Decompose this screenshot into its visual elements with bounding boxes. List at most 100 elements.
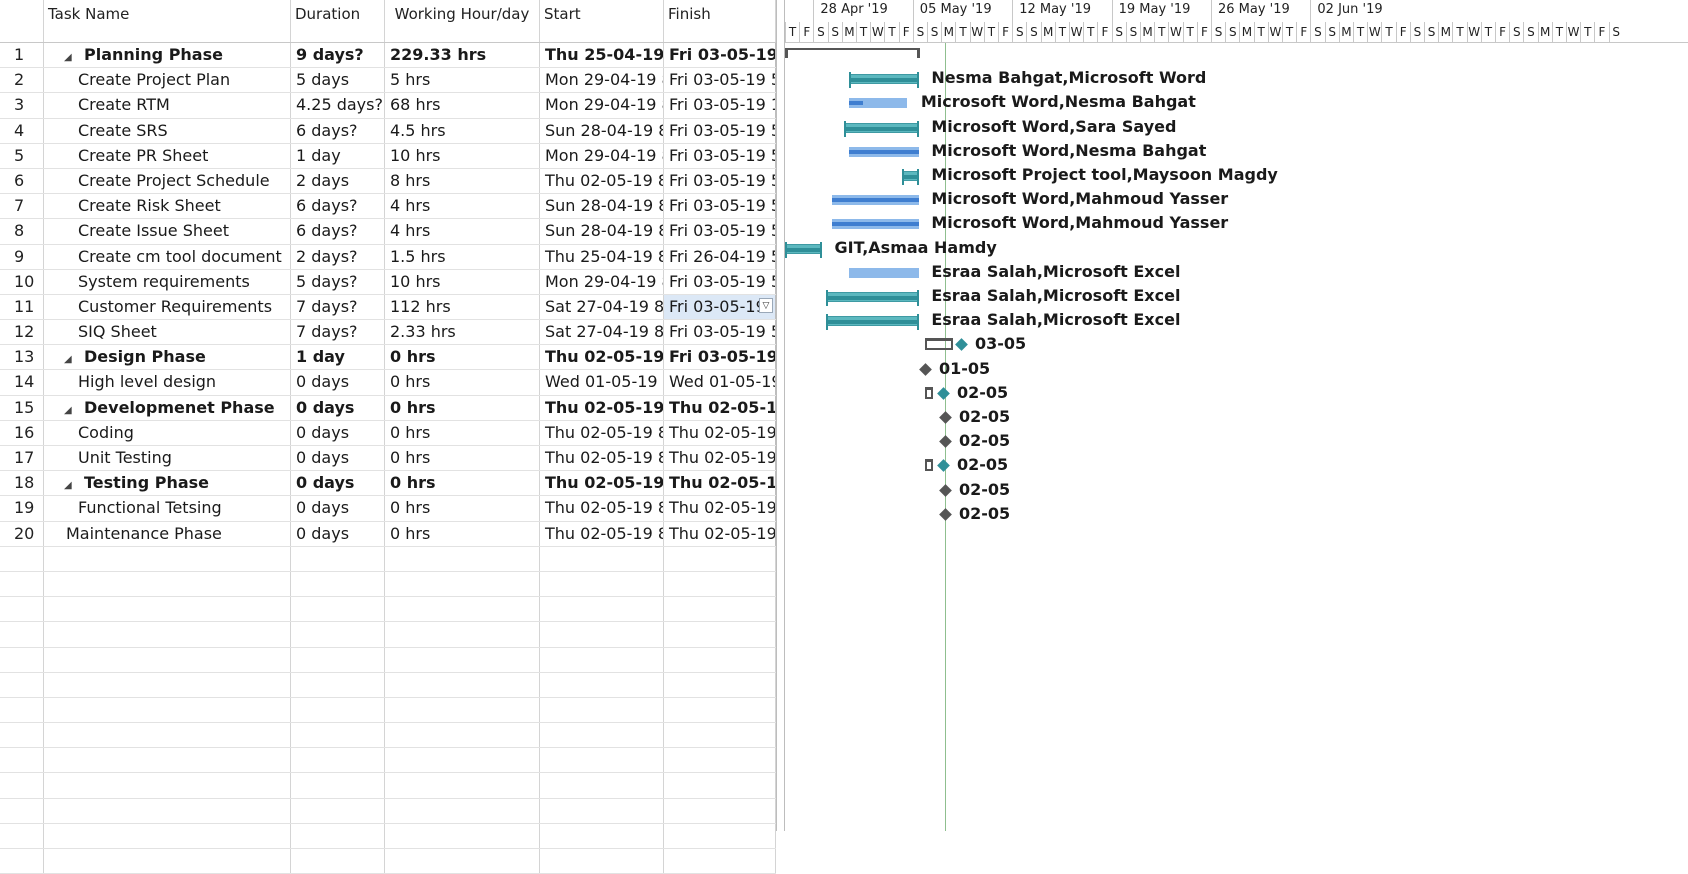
working-hours-cell[interactable]: 2.33 hrs — [385, 320, 540, 345]
task-name-cell[interactable]: System requirements — [44, 269, 291, 294]
empty-cell[interactable] — [291, 597, 385, 622]
duration-cell[interactable]: 1 day — [291, 143, 385, 168]
duration-cell[interactable]: 5 days? — [291, 269, 385, 294]
start-cell[interactable]: Thu 02-05-19 8: — [540, 471, 664, 496]
working-hours-cell[interactable]: 0 hrs — [385, 395, 540, 420]
working-hours-cell[interactable]: 1.5 hrs — [385, 244, 540, 269]
empty-cell[interactable] — [291, 748, 385, 773]
task-name-cell[interactable]: Create Issue Sheet — [44, 219, 291, 244]
empty-cell[interactable] — [44, 723, 291, 748]
start-cell[interactable]: Sun 28-04-19 8: — [540, 194, 664, 219]
empty-cell[interactable] — [385, 697, 540, 723]
empty-cell[interactable] — [540, 849, 664, 874]
milestone-diamond-icon[interactable] — [939, 435, 952, 449]
empty-table-row[interactable] — [0, 823, 776, 849]
empty-cell[interactable] — [664, 798, 776, 823]
duration-cell[interactable]: 0 days — [291, 471, 385, 496]
empty-cell[interactable] — [664, 773, 776, 798]
task-bar[interactable] — [831, 219, 920, 230]
empty-cell[interactable] — [664, 597, 776, 622]
summary-bracket[interactable] — [925, 338, 953, 351]
finish-cell[interactable]: Thu 02-05-19 8 — [664, 395, 776, 420]
collapse-toggle-icon[interactable]: ◢ — [64, 399, 76, 420]
working-hours-cell[interactable]: 112 hrs — [385, 294, 540, 320]
empty-cell[interactable] — [44, 672, 291, 697]
start-cell[interactable]: Sat 27-04-19 8:0 — [540, 294, 664, 320]
task-bar[interactable] — [849, 72, 920, 89]
task-name-cell[interactable]: Functional Tetsing — [44, 496, 291, 521]
empty-cell[interactable] — [44, 697, 291, 723]
start-cell[interactable]: Thu 02-05-19 8: — [540, 496, 664, 521]
task-bar[interactable] — [849, 267, 920, 278]
working-hours-cell[interactable]: 0 hrs — [385, 471, 540, 496]
task-bar[interactable] — [844, 120, 920, 137]
duration-cell[interactable]: 0 days — [291, 496, 385, 521]
empty-cell[interactable] — [0, 748, 44, 773]
working-hours-cell[interactable]: 68 hrs — [385, 93, 540, 118]
table-row[interactable]: 13 ◢ Design Phase 1 day0 hrsThu 02-05-19 8:… — [0, 345, 776, 371]
task-bar[interactable] — [849, 98, 907, 109]
task-name-cell[interactable]: SIQ Sheet — [44, 320, 291, 345]
working-hours-cell[interactable]: 4 hrs — [385, 194, 540, 219]
working-hours-cell[interactable]: 0 hrs — [385, 345, 540, 370]
finish-cell[interactable]: Thu 02-05-19 8 — [664, 446, 776, 471]
empty-cell[interactable] — [385, 798, 540, 823]
empty-cell[interactable] — [0, 597, 44, 622]
task-name-cell[interactable]: Create cm tool document — [44, 244, 291, 269]
table-row[interactable]: 17 Unit Testing 0 days 0 hrs Thu 02-05-19 8:… — [0, 446, 776, 472]
task-name-cell[interactable]: ◢ Design Phase — [44, 345, 291, 370]
empty-cell[interactable] — [44, 647, 291, 672]
duration-cell[interactable]: 6 days? — [291, 219, 385, 244]
table-row[interactable]: 12 SIQ Sheet 7 days? 2.33 hrs Sat 27-04-19 8… — [0, 320, 776, 346]
finish-cell[interactable]: Fri 03-05-19 5: — [664, 68, 776, 93]
empty-cell[interactable] — [664, 823, 776, 848]
table-row[interactable]: 3 Create RTM 4.25 days? 68 hrs Mon 29-04-19 … — [0, 93, 776, 119]
summary-bracket[interactable] — [925, 386, 933, 399]
working-hours-cell[interactable]: 5 hrs — [385, 68, 540, 93]
table-row[interactable]: 10 System requirements 5 days? 10 hrs Mon 29… — [0, 269, 776, 295]
task-name-cell[interactable]: Create RTM — [44, 93, 291, 118]
empty-cell[interactable] — [385, 622, 540, 647]
finish-cell[interactable]: Fri 03-05-19 5: — [664, 168, 776, 194]
start-cell[interactable]: Sun 28-04-19 8: — [540, 219, 664, 244]
milestone-diamond-icon[interactable] — [939, 507, 952, 521]
working-hours-cell[interactable]: 0 hrs — [385, 521, 540, 546]
collapse-toggle-icon[interactable]: ◢ — [64, 46, 76, 67]
empty-cell[interactable] — [291, 849, 385, 874]
start-cell[interactable]: Thu 02-05-19 8: — [540, 395, 664, 420]
empty-cell[interactable] — [0, 723, 44, 748]
date-picker-dropdown-icon[interactable]: ▽ — [759, 297, 773, 313]
duration-cell[interactable]: 1 day — [291, 345, 385, 370]
task-name-cell[interactable]: Create SRS — [44, 118, 291, 143]
table-row[interactable]: 19 Functional Tetsing 0 days 0 hrs Thu 02-05… — [0, 496, 776, 522]
table-row[interactable]: 14 High level design 0 days 0 hrs Wed 01-05-… — [0, 370, 776, 396]
milestone-diamond-icon[interactable] — [919, 362, 932, 376]
start-header[interactable]: Start — [540, 0, 664, 42]
task-name-cell[interactable]: ◢ Testing Phase — [44, 471, 291, 496]
duration-cell[interactable]: 6 days? — [291, 194, 385, 219]
finish-cell[interactable]: Thu 02-05-19 8 — [664, 471, 776, 496]
empty-cell[interactable] — [44, 798, 291, 823]
start-cell[interactable]: Thu 02-05-19 8: — [540, 446, 664, 471]
duration-cell[interactable]: 5 days — [291, 68, 385, 93]
finish-cell[interactable]: Fri 03-05-19 8: — [664, 345, 776, 370]
empty-cell[interactable] — [664, 723, 776, 748]
task-bar[interactable] — [825, 290, 920, 306]
duration-cell[interactable]: 7 days? — [291, 320, 385, 345]
empty-cell[interactable] — [0, 672, 44, 697]
empty-cell[interactable] — [385, 647, 540, 672]
task-name-cell[interactable]: Create PR Sheet — [44, 143, 291, 168]
empty-cell[interactable] — [44, 773, 291, 798]
duration-cell[interactable]: 7 days? — [291, 294, 385, 320]
duration-header[interactable]: Duration — [291, 0, 385, 42]
empty-cell[interactable] — [540, 823, 664, 848]
row-id-header[interactable] — [0, 0, 44, 42]
empty-cell[interactable] — [0, 546, 44, 571]
working-hours-cell[interactable]: 0 hrs — [385, 420, 540, 445]
empty-table-row[interactable] — [0, 571, 776, 598]
start-cell[interactable]: Thu 02-05-19 8: — [540, 420, 664, 445]
empty-cell[interactable] — [291, 798, 385, 823]
task-name-cell[interactable]: ◢ Developmenet Phase — [44, 395, 291, 420]
finish-cell[interactable]: Fri 03-05-19 5: — [664, 194, 776, 219]
empty-cell[interactable] — [0, 647, 44, 672]
